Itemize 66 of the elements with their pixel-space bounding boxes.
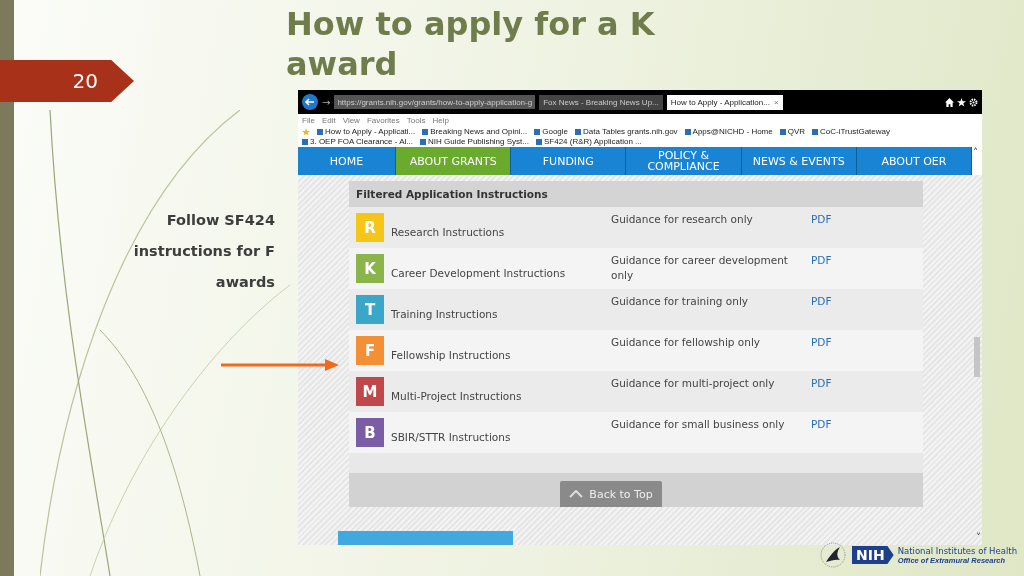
pdf-link[interactable]: PDF: [811, 376, 832, 391]
nav-tab[interactable]: HOME: [298, 147, 397, 175]
guidance-text: Guidance for career development only: [611, 253, 789, 283]
browser-tab[interactable]: Fox News - Breaking News Up...: [539, 94, 663, 110]
instruction-name[interactable]: Career Development Instructions: [391, 255, 601, 281]
letter-badge: B: [356, 418, 384, 447]
instruction-name[interactable]: SBIR/STTR Instructions: [391, 419, 601, 445]
guidance-text: Guidance for multi-project only: [611, 376, 776, 391]
guidance-text: Guidance for training only: [611, 294, 750, 309]
letter-badge: M: [356, 377, 384, 406]
close-icon[interactable]: ×: [773, 97, 779, 107]
menu-item[interactable]: View: [342, 115, 360, 125]
scroll-up-icon[interactable]: ˄: [973, 147, 981, 158]
favorite-link[interactable]: Breaking News and Opini...: [422, 127, 528, 136]
favorite-link[interactable]: How to Apply - Applicati...: [317, 127, 416, 136]
letter-badge: T: [356, 295, 384, 324]
favorite-link[interactable]: Data Tables grants.nih.gov: [575, 127, 678, 136]
menu-item[interactable]: Tools: [406, 115, 426, 125]
scrollbar[interactable]: [974, 337, 980, 377]
favorite-link[interactable]: NIH Guide Publishing Syst...: [420, 137, 529, 146]
scroll-down-icon[interactable]: ˅: [976, 532, 981, 543]
guidance-text: Guidance for fellowship only: [611, 335, 762, 350]
favorite-link[interactable]: CoC-iTrustGateway: [812, 127, 890, 136]
table-heading: Filtered Application Instructions: [349, 181, 923, 207]
nav-tab[interactable]: ABOUT OER: [856, 147, 972, 175]
forward-icon[interactable]: →: [322, 96, 331, 108]
letter-badge: F: [356, 336, 384, 365]
nav-tab[interactable]: FUNDING: [511, 147, 627, 175]
menu-item[interactable]: Favorites: [366, 115, 400, 125]
nav-tab[interactable]: POLICY & COMPLIANCE: [626, 147, 742, 175]
browser-tab[interactable]: How to Apply - Application... ×: [666, 94, 783, 110]
favorite-link[interactable]: Apps@NICHD - Home: [684, 127, 773, 136]
pdf-link[interactable]: PDF: [811, 212, 832, 227]
address-bar[interactable]: https://grants.nih.gov/grants/how-to-apply-application-g: [334, 95, 536, 109]
caret-icon: [569, 490, 584, 498]
instruction-name[interactable]: Training Instructions: [391, 296, 601, 322]
nih-badge: NIH: [852, 546, 894, 564]
instruction-name[interactable]: Research Instructions: [391, 214, 601, 240]
slide-title: How to apply for a K award: [286, 4, 656, 84]
logo-name: National Institutes of Health: [897, 545, 1017, 556]
star-icon: [957, 97, 966, 107]
slide-number: 20: [0, 60, 134, 102]
favorite-link[interactable]: QVR: [779, 127, 806, 136]
menu-item[interactable]: Edit: [321, 115, 336, 125]
settings-icon: [969, 97, 978, 107]
instruction-name[interactable]: Fellowship Instructions: [391, 337, 601, 363]
star-icon: [302, 127, 310, 136]
pdf-link[interactable]: PDF: [811, 335, 832, 350]
favorite-link[interactable]: Google: [534, 127, 568, 136]
letter-badge: K: [356, 254, 384, 283]
menu-item[interactable]: Help: [432, 115, 449, 125]
guidance-text: Guidance for research only: [611, 212, 754, 227]
home-icon: [945, 97, 954, 107]
pdf-link[interactable]: PDF: [811, 253, 832, 268]
letter-badge: R: [356, 213, 384, 242]
instruction-name[interactable]: Multi-Project Instructions: [391, 378, 601, 404]
menu-item[interactable]: File: [302, 115, 315, 125]
pdf-link[interactable]: PDF: [811, 294, 832, 309]
slide-caption: Follow SF424 instructions for F awards: [132, 211, 275, 292]
favorite-link[interactable]: SF424 (R&R) Application ...: [535, 137, 642, 146]
guidance-text: Guidance for small business only: [611, 417, 786, 432]
pdf-link[interactable]: PDF: [811, 417, 832, 432]
nav-tab[interactable]: NEWS & EVENTS: [741, 147, 857, 175]
arrow-icon: [221, 359, 339, 371]
back-icon[interactable]: [302, 94, 318, 110]
favorite-link[interactable]: 3. OEP FOA Clearance - Al...: [302, 137, 413, 146]
